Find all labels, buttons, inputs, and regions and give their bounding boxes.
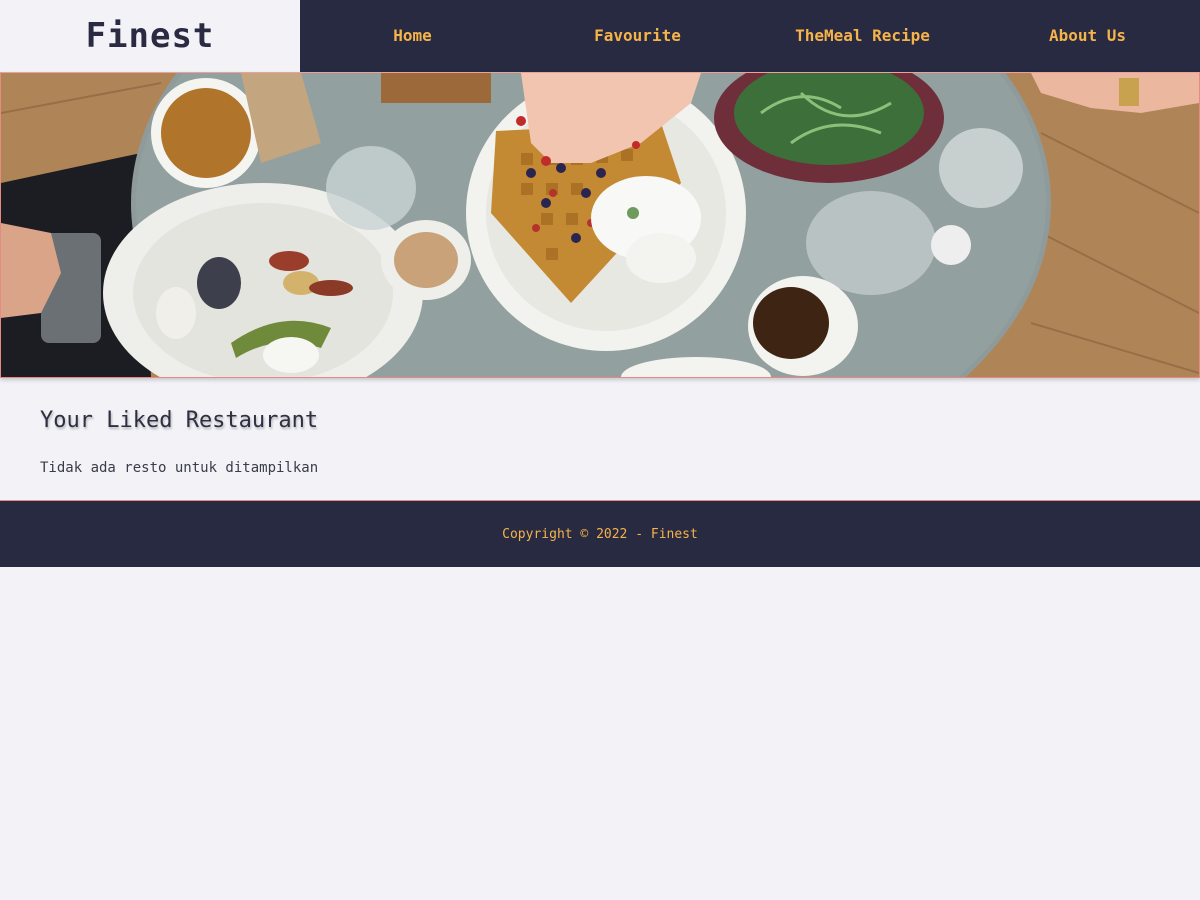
brand-logo[interactable]: Finest [0, 0, 300, 72]
hero-breakfast-image [1, 73, 1199, 377]
main-nav: Home Favourite TheMeal Recipe About Us [300, 0, 1200, 72]
brand-name: Finest [85, 16, 215, 56]
favorite-section: Your Liked Restaurant Tidak ada resto un… [40, 396, 1160, 476]
hero-banner [0, 72, 1200, 378]
site-footer: Copyright © 2022 - Finest [0, 500, 1200, 567]
nav-home-link[interactable]: Home [300, 0, 525, 72]
nav-themeal-recipe-link[interactable]: TheMeal Recipe [750, 0, 975, 72]
nav-favourite-link[interactable]: Favourite [525, 0, 750, 72]
site-header: Finest Home Favourite TheMeal Recipe Abo… [0, 0, 1200, 72]
empty-state-message: Tidak ada resto untuk ditampilkan [40, 460, 319, 476]
section-title: Your Liked Restaurant [40, 408, 319, 433]
nav-about-us-link[interactable]: About Us [975, 0, 1200, 72]
copyright-text: Copyright © 2022 - Finest [502, 526, 698, 542]
